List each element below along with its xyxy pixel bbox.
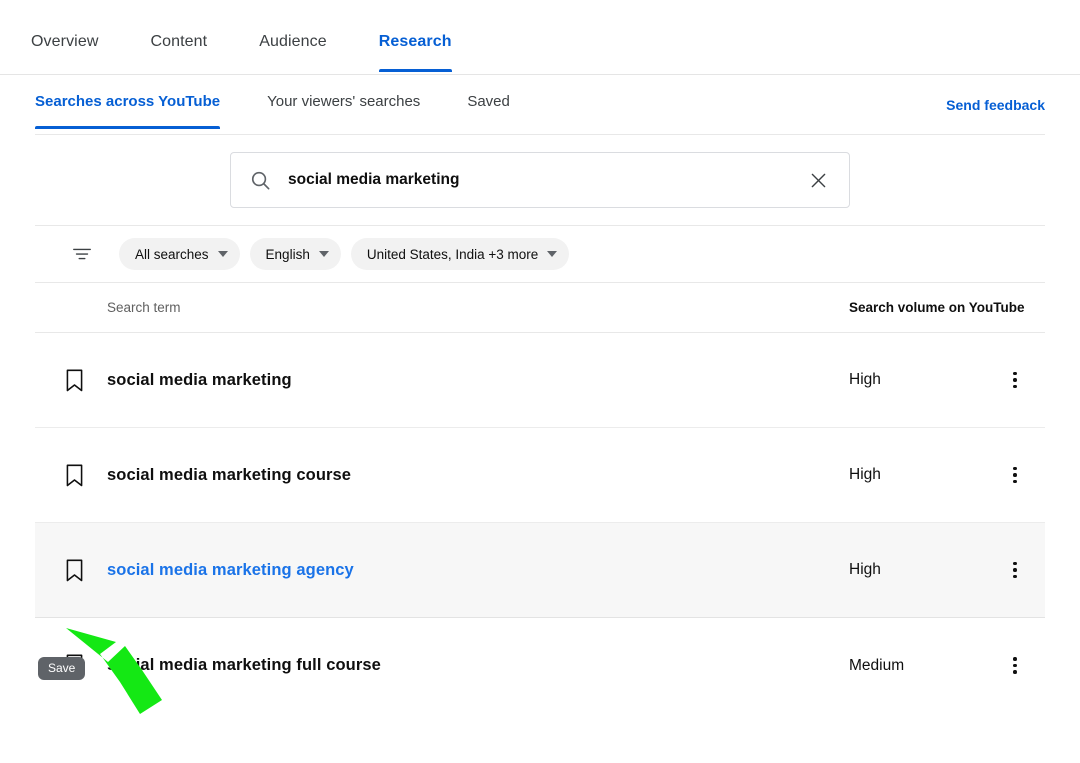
table-row[interactable]: social media marketing course High xyxy=(35,428,1045,523)
search-term-text[interactable]: social media marketing agency xyxy=(107,561,354,580)
filter-bar: All searches English United States, Indi… xyxy=(35,225,1045,283)
filter-chip-region[interactable]: United States, India +3 more xyxy=(350,238,570,270)
table-row[interactable]: social media marketing agency High xyxy=(35,523,1045,618)
chip-label: English xyxy=(265,246,310,262)
search-volume-text: High xyxy=(849,371,881,388)
tab-research[interactable]: Research xyxy=(378,33,452,72)
filter-chip-all-searches[interactable]: All searches xyxy=(119,238,240,270)
youtube-studio-research-page: Overview Content Audience Research Searc… xyxy=(0,0,1080,763)
search-volume-text: High xyxy=(849,561,881,578)
search-input[interactable] xyxy=(288,171,804,189)
chevron-down-icon xyxy=(547,251,558,257)
chip-label: United States, India +3 more xyxy=(366,246,539,262)
results-table: Search term Search volume on YouTube soc… xyxy=(35,283,1045,713)
more-vertical-icon[interactable] xyxy=(999,364,1031,396)
chevron-down-icon xyxy=(217,251,228,257)
search-icon xyxy=(249,169,272,192)
column-header-search-volume: Search volume on YouTube xyxy=(849,300,1025,315)
search-area xyxy=(0,135,1080,225)
table-row[interactable]: social media marketing full course Mediu… xyxy=(35,618,1045,713)
tune-filter-icon[interactable] xyxy=(71,243,93,265)
search-volume-text: Medium xyxy=(849,656,905,674)
table-header-row: Search term Search volume on YouTube xyxy=(35,283,1045,333)
more-vertical-icon[interactable] xyxy=(999,554,1031,586)
table-row[interactable]: social media marketing High xyxy=(35,333,1045,428)
primary-nav: Overview Content Audience Research xyxy=(0,0,1080,75)
search-volume-text: High xyxy=(849,466,881,483)
subtab-your-viewers-searches[interactable]: Your viewers' searches xyxy=(267,93,420,128)
chevron-down-icon xyxy=(318,251,329,257)
secondary-nav: Searches across YouTube Your viewers' se… xyxy=(35,75,1045,135)
more-vertical-icon[interactable] xyxy=(999,459,1031,491)
search-term-text[interactable]: social media marketing full course xyxy=(107,656,381,675)
bookmark-icon[interactable] xyxy=(35,558,107,583)
chip-label: All searches xyxy=(135,246,209,262)
search-box[interactable] xyxy=(230,152,850,208)
search-term-text[interactable]: social media marketing course xyxy=(107,466,351,485)
subtab-searches-across-youtube[interactable]: Searches across YouTube xyxy=(35,93,221,129)
column-header-search-term: Search term xyxy=(107,300,181,315)
bookmark-icon[interactable] xyxy=(35,368,107,393)
search-term-text[interactable]: social media marketing xyxy=(107,371,292,390)
subtab-saved[interactable]: Saved xyxy=(467,93,510,128)
tab-content[interactable]: Content xyxy=(150,33,207,71)
tab-overview[interactable]: Overview xyxy=(31,33,98,71)
bookmark-icon[interactable] xyxy=(35,463,107,488)
save-tooltip: Save xyxy=(38,657,86,680)
filter-chip-language[interactable]: English xyxy=(249,238,341,270)
tab-audience[interactable]: Audience xyxy=(259,33,327,71)
more-vertical-icon[interactable] xyxy=(999,650,1031,682)
close-icon[interactable] xyxy=(804,166,833,195)
send-feedback-link[interactable]: Send feedback xyxy=(946,97,1045,113)
